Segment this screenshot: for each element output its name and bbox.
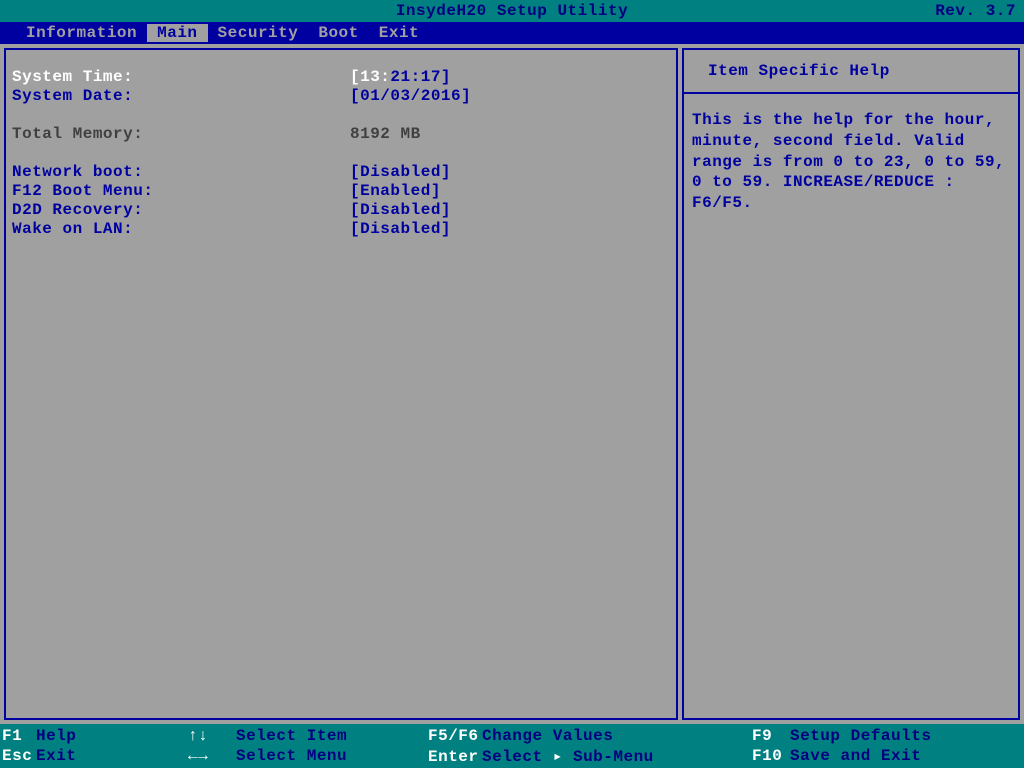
submenu-arrow-icon: ▸ xyxy=(553,746,563,766)
value-f12-boot-menu: [Enabled] xyxy=(350,182,441,201)
app-title: InsydeH20 Setup Utility xyxy=(396,2,628,20)
title-bar: InsydeH20 Setup Utility Rev. 3.7 xyxy=(0,0,1024,22)
value-wake-on-lan: [Disabled] xyxy=(350,220,451,239)
hint-exit: EscExit xyxy=(0,747,188,765)
value-system-date: [01/03/2016] xyxy=(350,87,471,106)
label-network-boot: Network boot: xyxy=(12,163,350,182)
footer-bar: F1Help ↑↓Select Item F5/F6Change Values … xyxy=(0,724,1024,768)
help-text: This is the help for the hour, minute, s… xyxy=(684,94,1018,222)
arrows-leftright-icon: ←→ xyxy=(188,747,236,765)
label-d2d-recovery: D2D Recovery: xyxy=(12,201,350,220)
tab-main[interactable]: Main xyxy=(147,24,207,42)
label-system-date: System Date: xyxy=(12,87,350,106)
hint-change-values: F5/F6Change Values xyxy=(428,727,752,745)
hint-help: F1Help xyxy=(0,727,188,745)
field-d2d-recovery[interactable]: D2D Recovery: [Disabled] xyxy=(12,201,670,220)
hint-select-menu: ←→Select Menu xyxy=(188,747,428,765)
label-f12-boot-menu: F12 Boot Menu: xyxy=(12,182,350,201)
hint-save-exit: F10Save and Exit xyxy=(752,747,1024,765)
value-system-time: [13:21:17] xyxy=(350,68,451,87)
field-network-boot[interactable]: Network boot: [Disabled] xyxy=(12,163,670,182)
value-network-boot: [Disabled] xyxy=(350,163,451,182)
tab-exit[interactable]: Exit xyxy=(369,24,429,42)
label-wake-on-lan: Wake on LAN: xyxy=(12,220,350,239)
field-wake-on-lan[interactable]: Wake on LAN: [Disabled] xyxy=(12,220,670,239)
field-system-date[interactable]: System Date: [01/03/2016] xyxy=(12,87,670,106)
settings-panel: System Time: [13:21:17] System Date: [01… xyxy=(4,48,678,720)
content-area: System Time: [13:21:17] System Date: [01… xyxy=(0,44,1024,724)
label-total-memory: Total Memory: xyxy=(12,125,350,144)
revision-label: Rev. 3.7 xyxy=(935,2,1016,20)
tab-boot[interactable]: Boot xyxy=(308,24,368,42)
arrows-updown-icon: ↑↓ xyxy=(188,727,236,745)
value-d2d-recovery: [Disabled] xyxy=(350,201,451,220)
hint-setup-defaults: F9Setup Defaults xyxy=(752,727,1024,745)
value-total-memory: 8192 MB xyxy=(350,125,421,144)
field-system-time[interactable]: System Time: [13:21:17] xyxy=(12,68,670,87)
field-f12-boot-menu[interactable]: F12 Boot Menu: [Enabled] xyxy=(12,182,670,201)
hint-select-item: ↑↓Select Item xyxy=(188,727,428,745)
hint-select-submenu: EnterSelect ▸ Sub-Menu xyxy=(428,746,752,766)
tab-security[interactable]: Security xyxy=(208,24,309,42)
menu-bar: Information Main Security Boot Exit xyxy=(0,22,1024,44)
field-total-memory: Total Memory: 8192 MB xyxy=(12,125,670,144)
help-panel: Item Specific Help This is the help for … xyxy=(682,48,1020,720)
label-system-time: System Time: xyxy=(12,68,350,87)
help-title: Item Specific Help xyxy=(684,50,1018,94)
tab-information[interactable]: Information xyxy=(16,24,147,42)
